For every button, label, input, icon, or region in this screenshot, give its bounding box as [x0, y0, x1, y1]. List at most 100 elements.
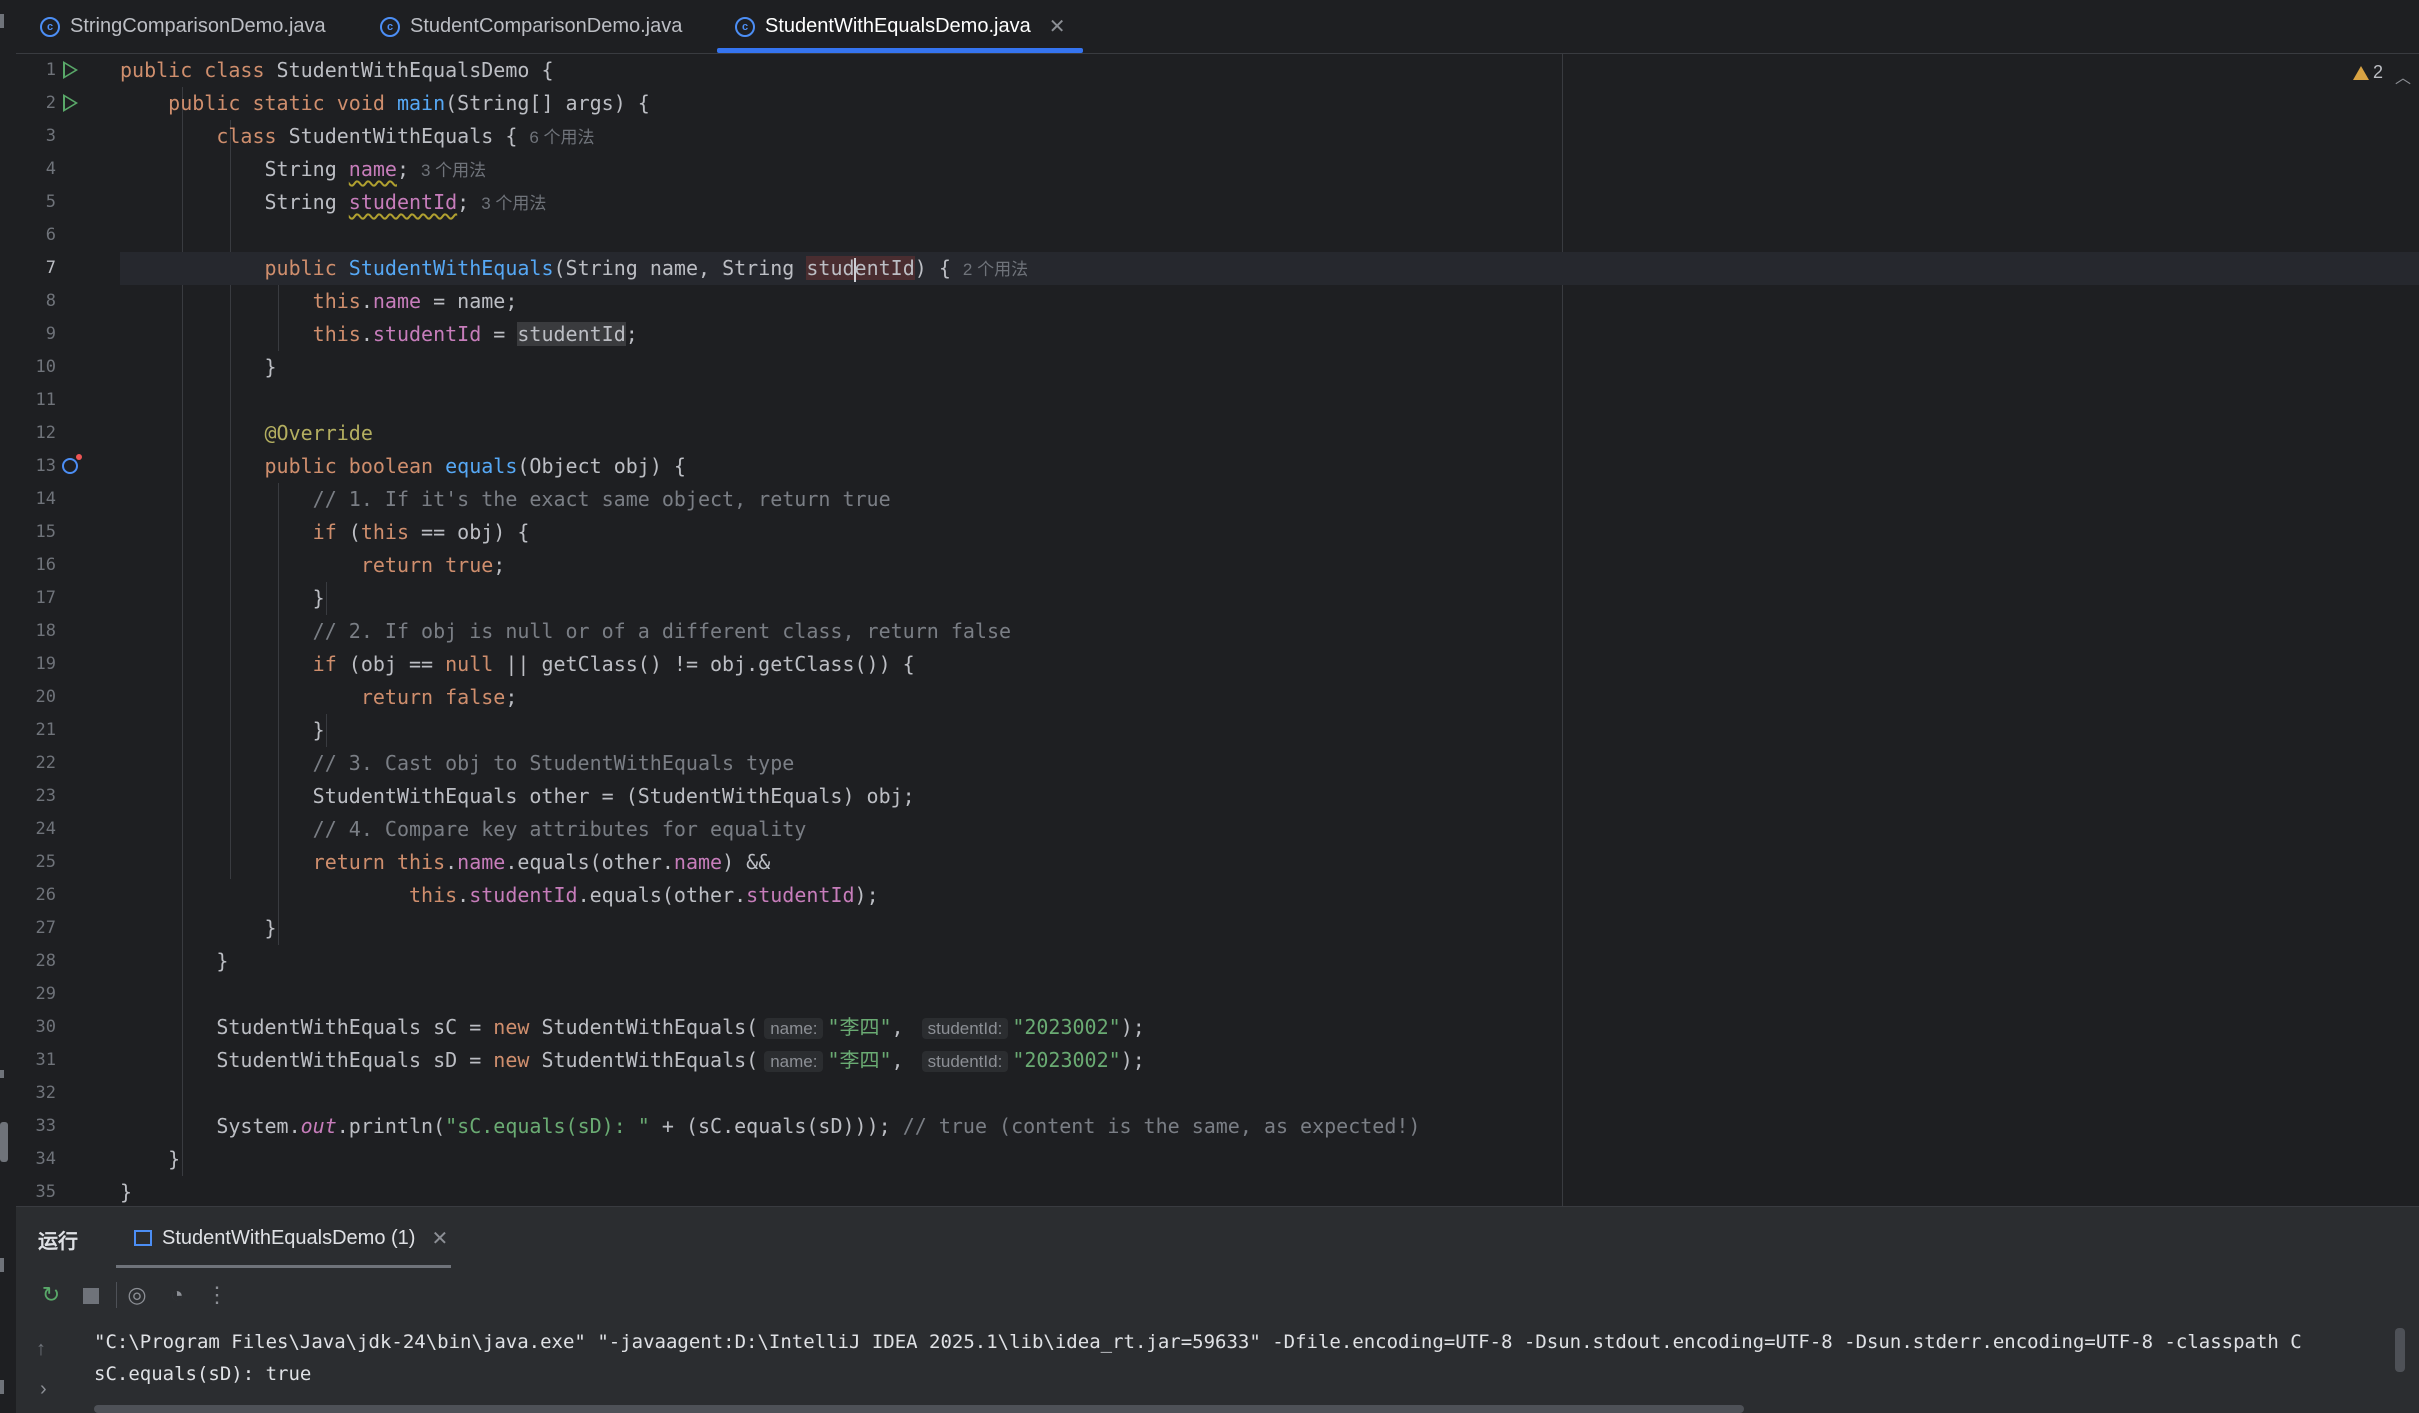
tab-label: StringComparisonDemo.java [70, 15, 326, 37]
code-line: if (obj == null || getClass() != obj.get… [312, 652, 915, 676]
warning-count: 2 [2372, 62, 2383, 82]
toolbar-separator [116, 1282, 117, 1308]
line-number: 3 [45, 126, 56, 146]
code-line: // 4. Compare key attributes for equalit… [120, 813, 2419, 846]
code-comment: // 2. If obj is null or of a different c… [312, 619, 1012, 643]
strip-marker [0, 1258, 4, 1272]
param-hint: studentId: [921, 1018, 1009, 1039]
line-number: 32 [35, 1083, 56, 1103]
horizontal-scrollbar[interactable] [94, 1405, 1744, 1413]
line-number: 30 [35, 1017, 56, 1037]
line-number: 20 [35, 687, 56, 707]
console-output[interactable]: ↑ › "C:\Program Files\Java\jdk-24\bin\ja… [16, 1324, 2419, 1413]
code-line: this.name = name; [312, 289, 518, 313]
chevron-up-icon[interactable]: ︿ [2395, 64, 2411, 88]
tab-student-with-equals-demo[interactable]: c StudentWithEqualsDemo.java ✕ [717, 0, 1084, 53]
code-area[interactable]: public class StudentWithEqualsDemo { pub… [120, 54, 2419, 1206]
line-number: 23 [35, 786, 56, 806]
chevron-right-icon[interactable]: › [40, 1378, 47, 1401]
line-number: 14 [35, 489, 56, 509]
usage-hint[interactable]: 6 个用法 [529, 128, 594, 147]
string-literal: "2023002" [1012, 1048, 1121, 1072]
run-config-tab[interactable]: StudentWithEqualsDemo (1) ✕ [116, 1207, 451, 1269]
tab-label: StudentComparisonDemo.java [410, 15, 683, 37]
code-line: } [120, 949, 229, 973]
profiler-icon[interactable]: ◔ [164, 1282, 190, 1308]
code-line: } [120, 586, 325, 610]
code-line: } [120, 1147, 181, 1171]
code-line: @Override [264, 421, 373, 445]
more-options-icon[interactable]: ⋮ [204, 1282, 230, 1308]
code-editor[interactable]: 1 2 3 4 5 6 7 8 9 10 11 12 13 14 15 16 1… [16, 54, 2419, 1206]
code-line-current: public StudentWithEquals(String name, St… [120, 252, 2419, 285]
warning-icon [2352, 65, 2369, 80]
vertical-scrollbar[interactable] [2395, 1328, 2405, 1372]
line-number: 31 [35, 1050, 56, 1070]
code-line: if (this == obj) { [312, 520, 530, 544]
line-number: 12 [35, 423, 56, 443]
run-gutter-icon[interactable] [63, 61, 78, 79]
code-line: return true; [360, 553, 506, 577]
line-number: 27 [35, 918, 56, 938]
console-line: sC.equals(sD): true [94, 1363, 312, 1385]
line-number: 34 [35, 1149, 56, 1169]
line-number: 33 [35, 1116, 56, 1136]
line-number: 22 [35, 753, 56, 773]
line-number: 21 [35, 720, 56, 740]
console-line: "C:\Program Files\Java\jdk-24\bin\java.e… [94, 1331, 2302, 1353]
line-number: 29 [35, 984, 56, 1004]
rerun-icon[interactable]: ↻ [38, 1282, 64, 1308]
line-number: 11 [35, 390, 56, 410]
arrow-up-icon[interactable]: ↑ [36, 1338, 46, 1361]
code-line: StudentWithEquals other = (StudentWithEq… [120, 784, 915, 808]
string-literal: "李四" [827, 1048, 892, 1072]
code-line: return false; [360, 685, 518, 709]
tab-string-comparison-demo[interactable]: c StringComparisonDemo.java [40, 0, 326, 53]
param-hint: name: [764, 1018, 824, 1039]
line-number: 7 [45, 258, 56, 278]
line-number: 1 [45, 60, 56, 80]
line-number: 5 [45, 192, 56, 212]
tab-student-comparison-demo[interactable]: c StudentComparisonDemo.java [380, 0, 682, 53]
stop-icon[interactable] [78, 1282, 104, 1308]
line-number: 6 [45, 225, 56, 245]
code-line: this.studentId = studentId; [312, 322, 638, 346]
close-icon[interactable]: ✕ [1049, 14, 1066, 39]
java-class-icon: c [40, 16, 60, 37]
code-line: // 2. If obj is null or of a different c… [120, 615, 2419, 648]
usage-hint[interactable]: 3 个用法 [421, 161, 486, 180]
run-toolbar: ↻ ◎ ◔ ⋮ [16, 1268, 2419, 1324]
camera-icon[interactable]: ◎ [124, 1282, 150, 1308]
usage-hint[interactable]: 2 个用法 [963, 260, 1028, 279]
code-line: public class StudentWithEqualsDemo { [120, 58, 554, 82]
param-hint: name: [764, 1051, 824, 1072]
usage-hint[interactable]: 3 个用法 [481, 194, 546, 213]
code-comment: // true (content is the same, as expecte… [902, 1114, 1421, 1138]
code-comment: // 1. If it's the exact same object, ret… [312, 487, 891, 511]
override-method-icon[interactable] [62, 454, 82, 474]
line-number: 25 [35, 852, 56, 872]
line-number: 24 [35, 819, 56, 839]
line-number: 28 [35, 951, 56, 971]
close-icon[interactable]: ✕ [431, 1226, 448, 1251]
tab-label: StudentWithEqualsDemo.java [765, 15, 1031, 37]
inspection-warnings[interactable]: 2 [2352, 62, 2383, 83]
line-number: 13 [35, 456, 56, 476]
strip-marker [0, 1380, 4, 1394]
code-comment: // 4. Compare key attributes for equalit… [312, 817, 807, 841]
line-number: 35 [35, 1182, 56, 1202]
run-gutter-icon[interactable] [63, 94, 78, 112]
code-line: this.studentId.equals(other.studentId); [408, 883, 879, 907]
code-line: StudentWithEquals sC = new StudentWithEq… [120, 1015, 1145, 1039]
text-caret [853, 257, 856, 282]
line-number: 18 [35, 621, 56, 641]
line-number: 2 [45, 93, 56, 113]
code-line: // 3. Cast obj to StudentWithEquals type [120, 747, 2419, 780]
run-panel-title: 运行 [38, 1231, 78, 1253]
code-line: } [120, 718, 325, 742]
left-tool-strip [0, 0, 17, 1413]
line-number: 9 [45, 324, 56, 344]
